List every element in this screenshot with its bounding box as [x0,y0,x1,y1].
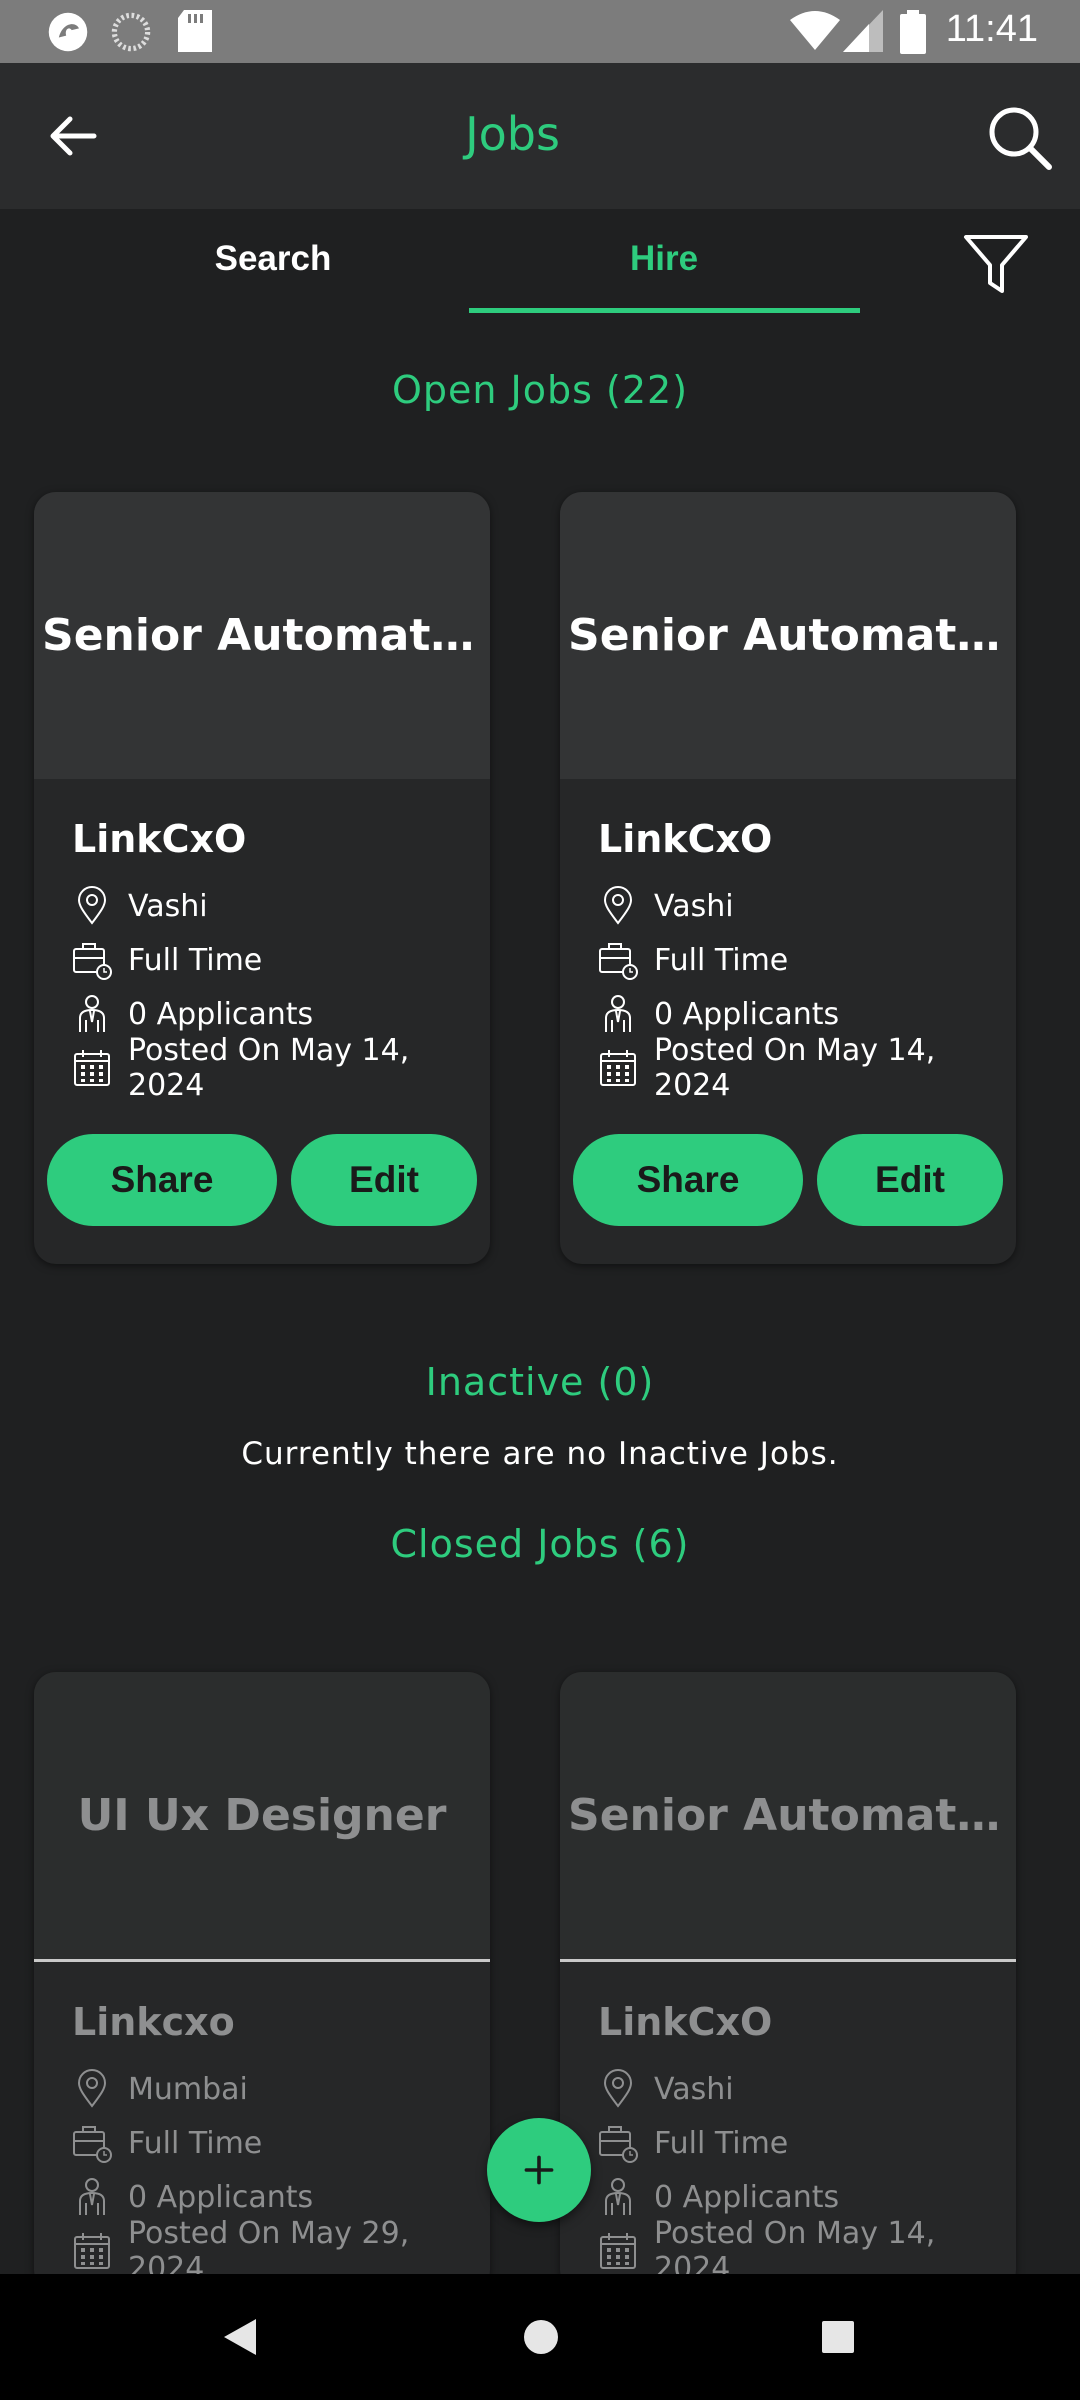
loading-notification-icon [111,12,151,52]
location-pin-icon [603,886,633,925]
card-header: Senior Automatio... [560,492,1016,779]
job-title: UI Ux Designer [77,1790,447,1841]
inactive-heading: Inactive (0) [425,1360,655,1404]
posted-date-text: Posted On May 14, 2024 [128,1033,410,1103]
job-type-row: Full Time [72,2116,490,2170]
tab-search[interactable]: Search [78,239,468,279]
posted-row: Posted On May 14, 2024 [598,1033,1016,1103]
card-header: Senior Automatio... [560,1672,1016,1962]
briefcase-clock-icon [599,2126,638,2163]
edit-button[interactable]: Edit [291,1134,477,1226]
app-notification-icon [48,12,88,52]
page-title: Jobs [465,107,560,161]
clock: 11:41 [945,8,1038,50]
posted-date-text: Posted On May 14, 2024 [654,1033,936,1103]
active-tab-indicator [469,308,860,313]
person-icon [79,2178,105,2215]
calendar-icon [74,1050,110,1086]
location-row: Vashi [598,879,1016,933]
plus-icon [524,2155,554,2185]
job-type-text: Full Time [128,942,263,978]
nav-back-icon[interactable] [222,2317,258,2357]
closed-jobs-heading: Closed Jobs (6) [390,1522,690,1566]
location-pin-icon [77,886,107,925]
card-header: Senior Automatio... [34,492,490,779]
location-text: Vashi [654,888,734,924]
location-pin-icon [603,2069,633,2108]
edit-button[interactable]: Edit [817,1134,1003,1226]
applicants-text: 0 Applicants [654,2179,840,2215]
closed-job-card[interactable]: Senior Automatio... LinkCxO Vashi Full T… [560,1672,1016,2292]
location-pin-icon [77,2069,107,2108]
add-job-button[interactable] [487,2118,591,2222]
person-icon [605,995,631,1032]
posted-row: Posted On May 14, 2024 [598,2216,1016,2286]
job-type-row: Full Time [598,933,1016,987]
calendar-icon [600,2233,636,2269]
job-type-row: Full Time [598,2116,1016,2170]
company-name: LinkCxO [72,817,247,861]
nav-recents-icon[interactable] [821,2320,855,2354]
search-icon[interactable] [985,103,1055,173]
briefcase-clock-icon [73,2126,112,2163]
card-header: UI Ux Designer [34,1672,490,1962]
job-title: Senior Automatio... [568,1790,1008,1841]
nav-home-icon[interactable] [522,2318,560,2356]
job-type-text: Full Time [128,2125,263,2161]
app-bar: Jobs [0,63,1080,209]
applicants-text: 0 Applicants [654,996,840,1032]
status-bar: 11:41 [0,0,1080,63]
calendar-icon [600,1050,636,1086]
open-job-card[interactable]: Senior Automatio... LinkCxO Vashi Full T… [34,492,490,1264]
applicants-text: 0 Applicants [128,996,314,1032]
wifi-icon [790,11,840,50]
open-jobs-heading: Open Jobs (22) [391,368,689,412]
filter-icon[interactable] [962,231,1030,299]
location-text: Vashi [654,2071,734,2107]
location-row: Mumbai [72,2062,490,2116]
sd-card-icon [178,10,212,52]
job-type-text: Full Time [654,942,789,978]
open-job-card[interactable]: Senior Automatio... LinkCxO Vashi Full T… [560,492,1016,1264]
battery-icon [900,10,926,54]
location-row: Vashi [598,2062,1016,2116]
person-icon [605,2178,631,2215]
posted-row: Posted On May 14, 2024 [72,1033,490,1103]
job-type-row: Full Time [72,933,490,987]
company-name: LinkCxO [598,2000,773,2044]
cellular-signal-icon [843,10,883,52]
calendar-icon [74,2233,110,2269]
tab-hire[interactable]: Hire [469,239,859,279]
person-icon [79,995,105,1032]
closed-job-card[interactable]: UI Ux Designer Linkcxo Mumbai Full Time … [34,1672,490,2292]
share-button[interactable]: Share [573,1134,803,1226]
company-name: LinkCxO [598,817,773,861]
job-title: Senior Automatio... [568,610,1008,661]
job-title: Senior Automatio... [42,610,482,661]
job-type-text: Full Time [654,2125,789,2161]
inactive-empty-message: Currently there are no Inactive Jobs. [241,1436,839,1472]
share-button[interactable]: Share [47,1134,277,1226]
briefcase-clock-icon [599,943,638,980]
location-row: Vashi [72,879,490,933]
tab-bar: Search Hire [0,209,1080,319]
system-nav-bar [0,2274,1080,2400]
location-text: Mumbai [128,2071,248,2107]
briefcase-clock-icon [73,943,112,980]
applicants-text: 0 Applicants [128,2179,314,2215]
posted-row: Posted On May 29, 2024 [72,2216,490,2286]
location-text: Vashi [128,888,208,924]
company-name: Linkcxo [72,2000,235,2044]
